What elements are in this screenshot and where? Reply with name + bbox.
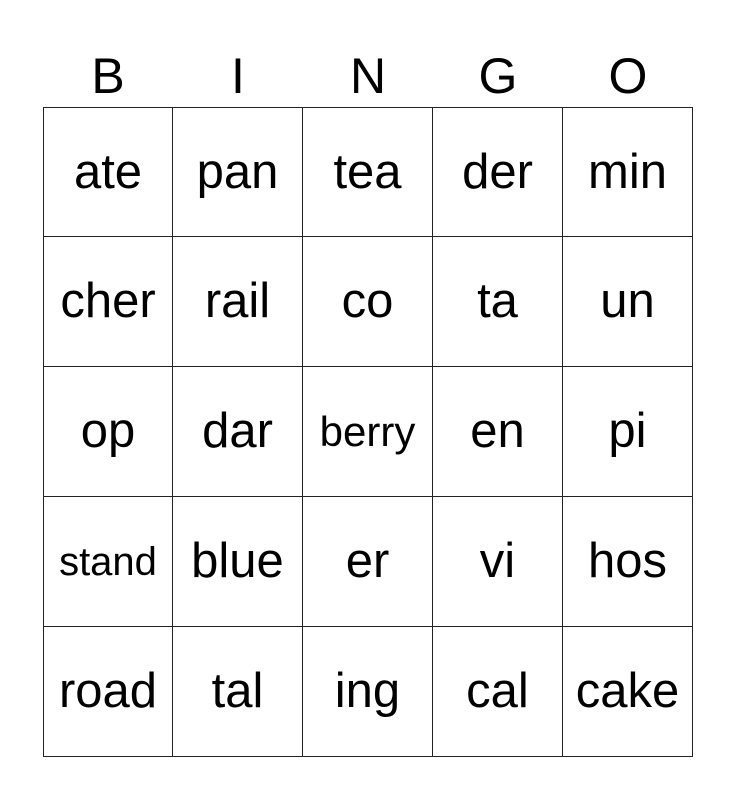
bingo-cell[interactable]: vi (433, 497, 563, 627)
bingo-cell[interactable]: pan (173, 107, 303, 237)
bingo-cell[interactable]: road (43, 627, 173, 757)
bingo-cell[interactable]: cake (563, 627, 693, 757)
bingo-cell[interactable]: stand (43, 497, 173, 627)
header-letter-g: G (478, 48, 518, 104)
bingo-cell[interactable]: hos (563, 497, 693, 627)
bingo-cell[interactable]: tal (173, 627, 303, 757)
bingo-cell[interactable]: der (433, 107, 563, 237)
header-letter-b: B (91, 48, 125, 104)
bingo-cell[interactable]: ta (433, 237, 563, 367)
bingo-cell[interactable]: cher (43, 237, 173, 367)
bingo-cell[interactable]: cal (433, 627, 563, 757)
bingo-cell[interactable]: blue (173, 497, 303, 627)
bingo-cell[interactable]: pi (563, 367, 693, 497)
header-letter-o: O (608, 48, 648, 104)
bingo-header: B I N G O (43, 46, 693, 106)
header-letter-n: N (349, 48, 387, 104)
header-letter-i: I (231, 48, 245, 104)
bingo-cell[interactable]: ate (43, 107, 173, 237)
bingo-cell[interactable]: tea (303, 107, 433, 237)
bingo-cell[interactable]: rail (173, 237, 303, 367)
bingo-cell[interactable]: dar (173, 367, 303, 497)
bingo-cell[interactable]: co (303, 237, 433, 367)
bingo-cell[interactable]: berry (303, 367, 433, 497)
bingo-cell[interactable]: en (433, 367, 563, 497)
bingo-cell[interactable]: min (563, 107, 693, 237)
bingo-cell[interactable]: er (303, 497, 433, 627)
bingo-grid: ate pan tea der min cher rail co ta un o… (43, 107, 693, 757)
bingo-cell[interactable]: un (563, 237, 693, 367)
bingo-cell[interactable]: ing (303, 627, 433, 757)
bingo-cell[interactable]: op (43, 367, 173, 497)
